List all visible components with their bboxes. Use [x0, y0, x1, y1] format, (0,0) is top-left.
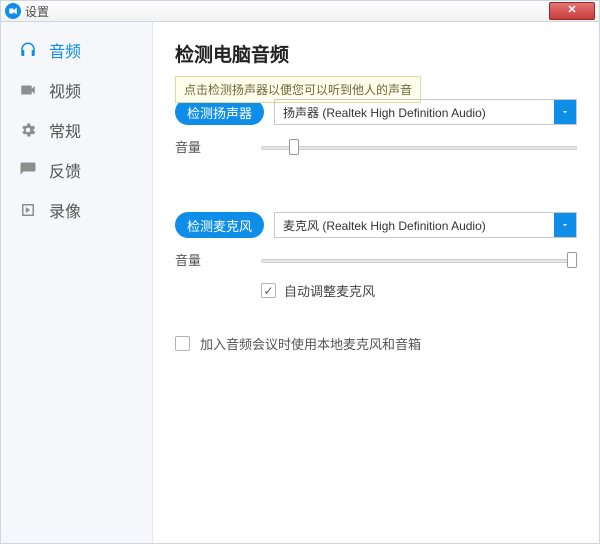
gear-icon: [19, 121, 37, 139]
sidebar-item-video[interactable]: 视频: [1, 70, 152, 110]
join-audio-label: 加入音频会议时使用本地麦克风和音箱: [200, 334, 421, 353]
page-title: 检测电脑音频: [175, 40, 577, 67]
sidebar-item-label: 录像: [49, 198, 81, 222]
mic-selected: 麦克风 (Realtek High Definition Audio): [283, 217, 486, 234]
play-box-icon: [19, 201, 37, 219]
close-button[interactable]: ✕: [549, 2, 595, 20]
titlebar: 设置 ✕: [0, 0, 600, 22]
speaker-volume-label: 音量: [175, 137, 223, 156]
chevron-down-icon: [554, 213, 576, 237]
app-icon: [5, 3, 21, 19]
speaker-selected: 扬声器 (Realtek High Definition Audio): [283, 104, 486, 121]
sidebar-item-label: 常规: [49, 118, 81, 142]
mic-volume-label: 音量: [175, 250, 223, 269]
speaker-volume-slider[interactable]: [261, 139, 577, 155]
sidebar-item-general[interactable]: 常规: [1, 110, 152, 150]
sidebar-item-label: 反馈: [49, 158, 81, 182]
video-icon: [19, 81, 37, 99]
comment-icon: [19, 161, 37, 179]
mic-dropdown[interactable]: 麦克风 (Realtek High Definition Audio): [274, 212, 577, 238]
join-audio-checkbox[interactable]: [175, 336, 190, 351]
main-panel: 检测电脑音频 点击检测扬声器以便您可以听到他人的声音 检测扬声器 扬声器 (Re…: [153, 22, 599, 543]
auto-adjust-checkbox[interactable]: [261, 283, 276, 298]
sidebar-item-label: 音频: [49, 38, 81, 62]
sidebar-item-audio[interactable]: 音频: [1, 30, 152, 70]
headphones-icon: [19, 41, 37, 59]
chevron-down-icon: [554, 100, 576, 124]
sidebar-item-recording[interactable]: 录像: [1, 190, 152, 230]
sidebar-item-label: 视频: [49, 78, 81, 102]
sidebar-item-feedback[interactable]: 反馈: [1, 150, 152, 190]
test-mic-button[interactable]: 检测麦克风: [175, 212, 264, 238]
window-title: 设置: [25, 3, 49, 20]
auto-adjust-label: 自动调整麦克风: [284, 281, 375, 300]
sidebar: 音频 视频 常规 反馈 录像: [1, 22, 153, 543]
speaker-dropdown[interactable]: 扬声器 (Realtek High Definition Audio): [274, 99, 577, 125]
mic-volume-slider[interactable]: [261, 252, 577, 268]
